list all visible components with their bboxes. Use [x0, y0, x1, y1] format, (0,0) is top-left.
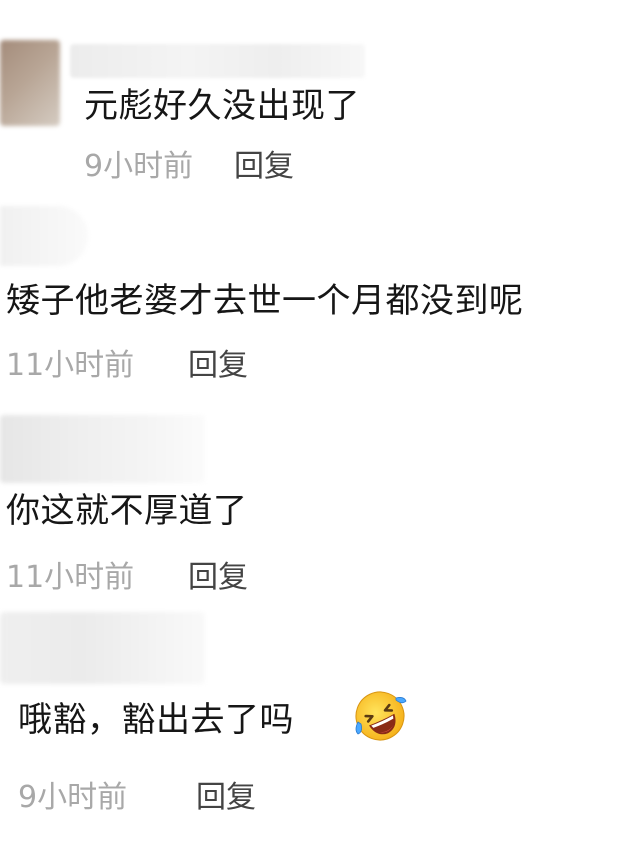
comment-time: 11小时前 [6, 348, 135, 383]
username-redacted [70, 44, 365, 78]
comment-text: 矮子他老婆才去世一个月都没到呢 [6, 281, 524, 321]
comment-list: 元彪好久没出现了 9小时前 回复 矮子他老婆才去世一个月都没到呢 11小时前 回… [0, 0, 633, 843]
comment-text-content: 哦豁，豁出去了吗 [18, 700, 294, 740]
rolling-on-floor-laughing-emoji [355, 691, 407, 741]
username-redacted [0, 612, 205, 684]
reply-button[interactable]: 回复 [188, 560, 248, 596]
reply-button[interactable]: 回复 [196, 780, 256, 816]
reply-button[interactable]: 回复 [234, 149, 294, 185]
reply-button[interactable]: 回复 [188, 348, 248, 384]
comment-time: 9小时前 [18, 780, 128, 815]
comment-text: 你这就不厚道了 [6, 491, 248, 531]
comment-text: 元彪好久没出现了 [84, 86, 360, 126]
comment-time: 11小时前 [6, 560, 135, 595]
comment-text: 哦豁，豁出去了吗 [18, 700, 294, 740]
avatar[interactable] [0, 40, 60, 126]
username-redacted [0, 415, 205, 483]
comment-time: 9小时前 [84, 149, 194, 184]
username-redacted [0, 206, 88, 266]
